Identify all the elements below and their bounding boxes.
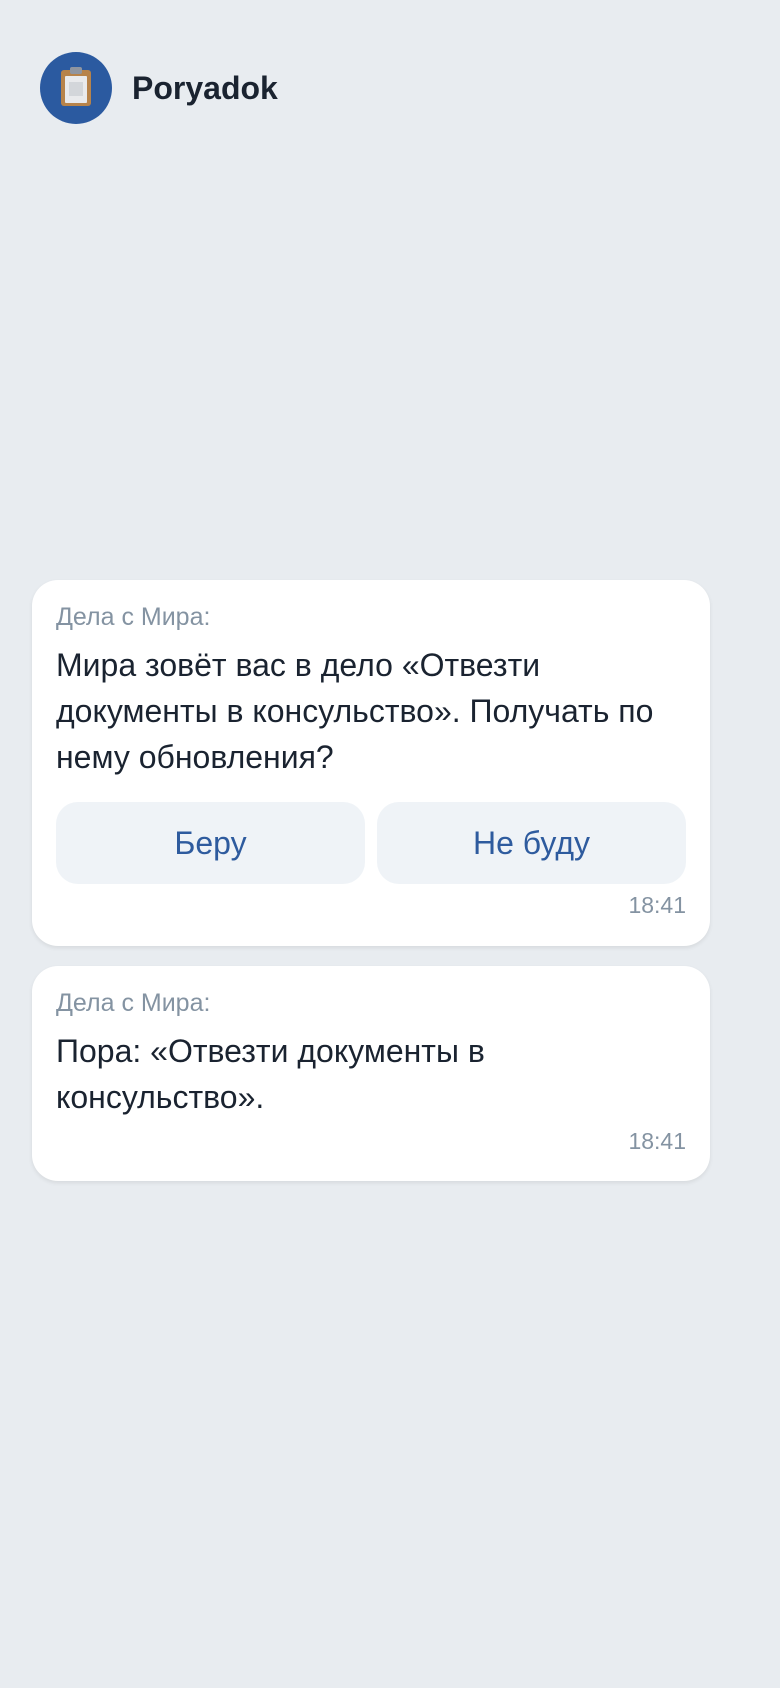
bot-avatar[interactable] bbox=[40, 52, 112, 124]
message-text: Мира зовёт вас в дело «Отвезти документы… bbox=[56, 647, 654, 775]
message-sender: Дела с Мира: bbox=[56, 603, 211, 631]
inline-keyboard: Беру Не буду bbox=[56, 802, 686, 884]
message-sender: Дела с Мира: bbox=[56, 989, 211, 1017]
message-text: Пора: «Отвезти документы в консульство». bbox=[56, 1033, 485, 1115]
app-title: Poryadok bbox=[132, 69, 278, 106]
message-bubble-invite: Дела с Мира: Мира зовёт вас в дело «Отве… bbox=[32, 580, 710, 946]
accept-button[interactable]: Беру bbox=[56, 802, 365, 884]
decline-button[interactable]: Не буду bbox=[377, 802, 686, 884]
message-time: 18:41 bbox=[628, 1128, 686, 1154]
clipboard-icon bbox=[61, 67, 91, 106]
message-time: 18:41 bbox=[628, 892, 686, 918]
message-bubble-reminder: Дела с Мира: Пора: «Отвезти документы в … bbox=[32, 966, 710, 1181]
chat-header: Poryadok bbox=[40, 52, 278, 124]
